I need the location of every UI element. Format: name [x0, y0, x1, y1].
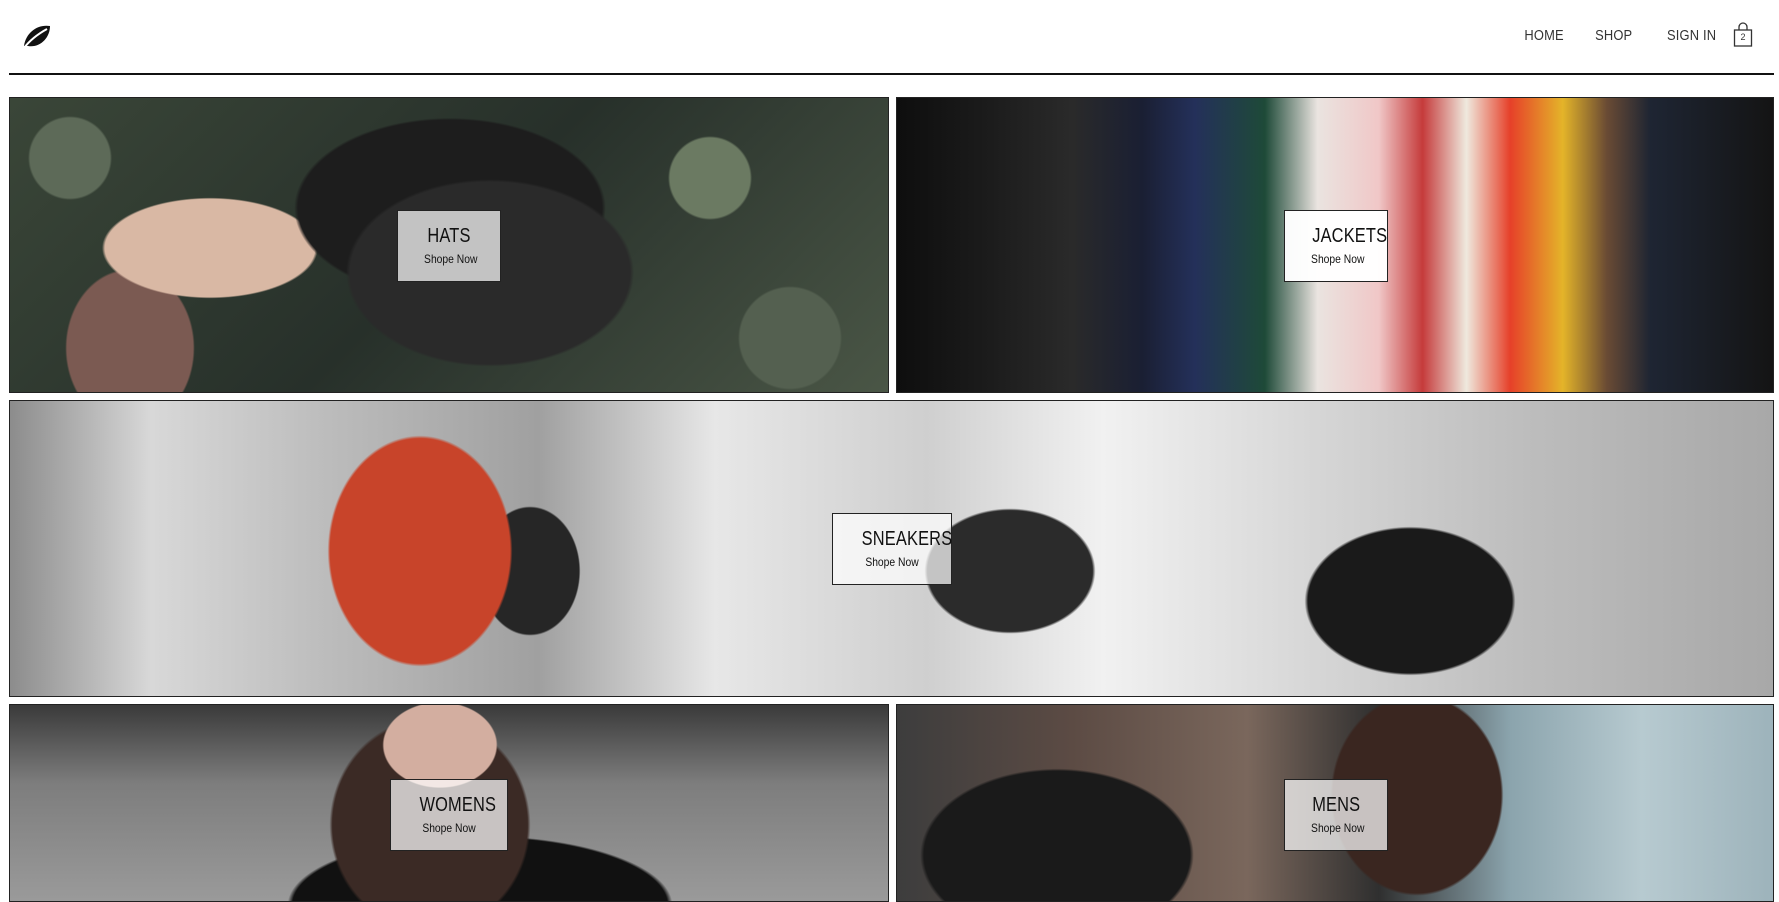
category-tile-hats[interactable]: HATS Shope Now: [9, 97, 889, 393]
category-tile-jackets[interactable]: JACKETS Shope Now: [896, 97, 1774, 393]
category-title: WOMENS: [419, 794, 497, 816]
mens-label-box[interactable]: MENS Shope Now: [1284, 779, 1388, 851]
category-title: JACKETS: [1312, 225, 1388, 247]
category-tile-mens[interactable]: MENS Shope Now: [896, 704, 1774, 902]
shop-now-link[interactable]: Shope Now: [418, 821, 480, 835]
cart-button[interactable]: 2: [1732, 22, 1754, 48]
category-title: MENS: [1312, 794, 1361, 816]
leaf-logo-icon[interactable]: [20, 18, 54, 52]
main-nav: HOME SHOP SIGN IN 2: [1492, 22, 1754, 48]
category-title: SNEAKERS: [861, 528, 953, 550]
jackets-label-box[interactable]: JACKETS Shope Now: [1284, 210, 1388, 282]
shop-now-link[interactable]: Shope Now: [424, 252, 477, 266]
womens-label-box[interactable]: WOMENS Shope Now: [390, 779, 508, 851]
hats-label-box[interactable]: HATS Shope Now: [397, 210, 501, 282]
shop-now-link[interactable]: Shope Now: [1311, 252, 1364, 266]
shop-now-link[interactable]: Shope Now: [860, 555, 924, 569]
cart-count-badge: 2: [1740, 32, 1746, 42]
nav-sign-in-link[interactable]: SIGN IN: [1667, 27, 1716, 44]
category-title: HATS: [427, 225, 471, 247]
sneakers-label-box[interactable]: SNEAKERS Shope Now: [832, 513, 952, 585]
nav-home-link[interactable]: HOME: [1524, 27, 1563, 44]
shop-now-link[interactable]: Shope Now: [1311, 821, 1364, 835]
site-header: HOME SHOP SIGN IN 2: [9, 0, 1774, 75]
category-tile-sneakers[interactable]: SNEAKERS Shope Now: [9, 400, 1774, 697]
category-tile-womens[interactable]: WOMENS Shope Now: [9, 704, 889, 902]
nav-shop-link[interactable]: SHOP: [1596, 27, 1633, 44]
